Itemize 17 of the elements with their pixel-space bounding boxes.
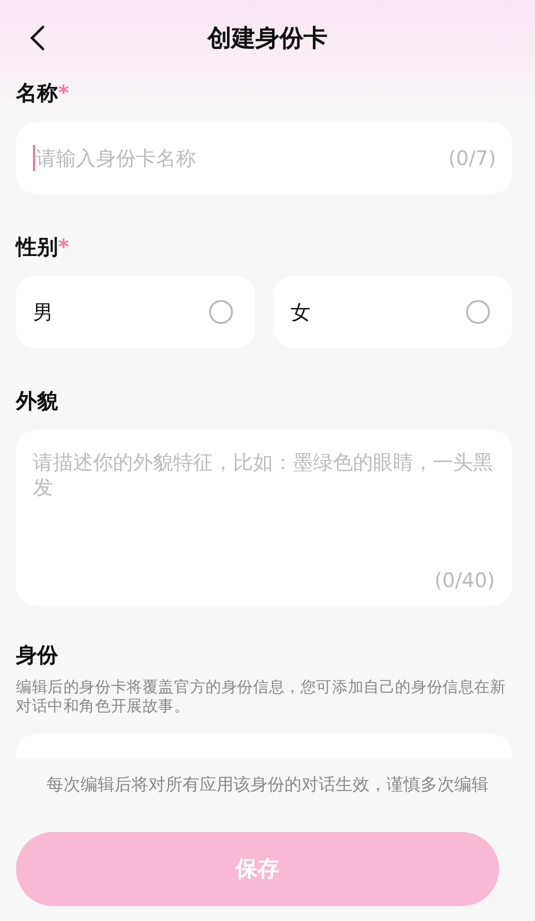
appearance-input-field[interactable]: 请描述你的外貌特征，比如：墨绿色的眼睛，一头黑发 (0/40) [16,430,512,606]
option-label: 女 [290,298,310,326]
gender-option[interactable]: 男 [16,276,254,348]
field-description: 编辑后的身份卡将覆盖官方的身份信息，您可添加自己的身份信息在新对话中和角色开展故事。 [16,678,507,716]
placeholder-text: 请描述你的外貌特征，比如：墨绿色的眼睛，一头黑发 [33,449,494,501]
character-counter: (0/40) [434,568,495,592]
name-input-field[interactable]: 请输入身份卡名称 (0/7) [16,122,512,194]
field-label: 名称* [16,80,70,106]
character-counter: (0/7) [448,146,496,170]
field-label: 性别* [16,234,70,260]
gender-option[interactable]: 女 [274,276,512,348]
field-label: 外貌 [16,388,59,414]
notice-text: 每次编辑后将对所有应用该身份的对话生效，谨慎多次编辑 [46,774,488,797]
field-label: 身份 [16,642,60,668]
placeholder-text: 请输入身份卡名称 [36,146,197,170]
option-label: 男 [33,298,53,326]
page-title: 创建身份卡 [208,23,328,54]
